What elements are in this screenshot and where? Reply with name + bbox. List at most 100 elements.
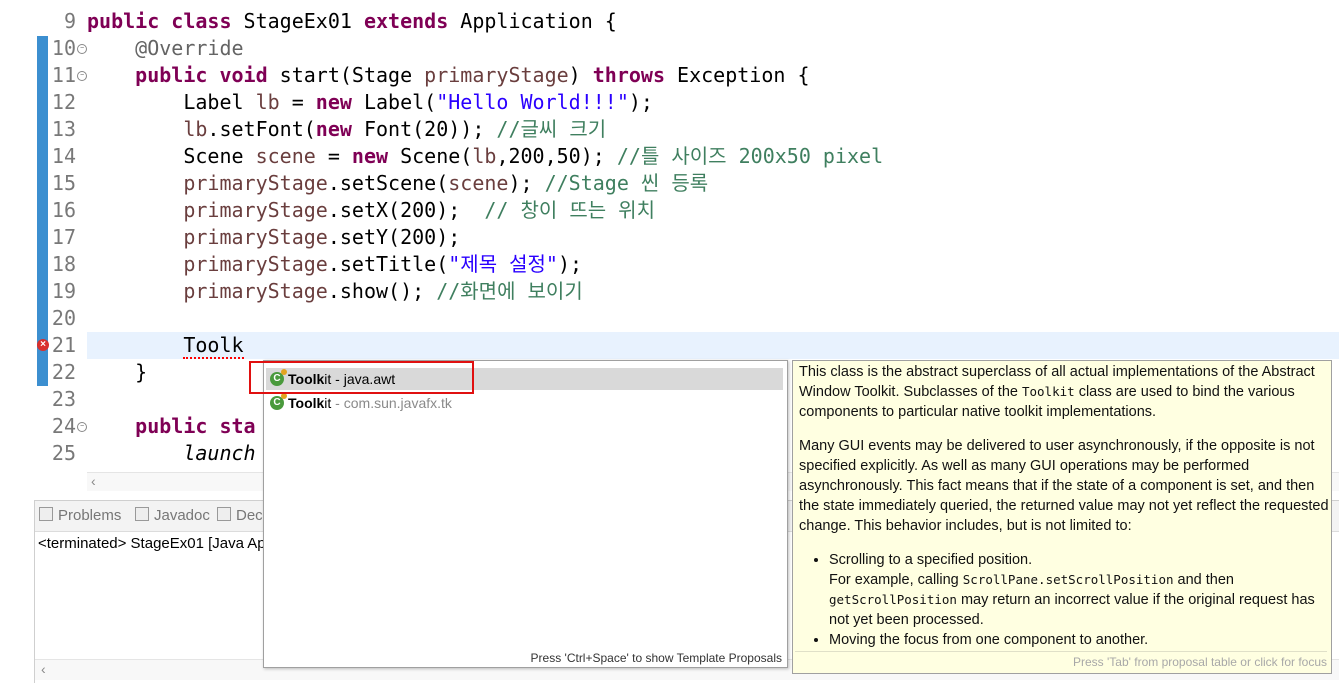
doc-focus-hint: Press 'Tab' from proposal table or click… — [795, 651, 1327, 672]
code-token: Application { — [448, 9, 617, 33]
tab-javadoc[interactable]: Javadoc — [135, 507, 210, 524]
code-token: primaryStage — [183, 171, 328, 195]
proposals-hint: Press 'Ctrl+Space' to show Template Prop… — [530, 651, 782, 665]
code-token: new — [315, 90, 352, 114]
code-line[interactable]: public void start(Stage primaryStage) th… — [87, 62, 810, 89]
line-number: 12 — [51, 90, 76, 114]
console-status-text: <terminated> StageEx01 [Java Ap — [38, 535, 266, 552]
code-line[interactable]: lb.setFont(new Font(20)); //글씨 크기 — [87, 116, 606, 143]
code-token: start(Stage — [267, 63, 425, 87]
code-token: Toolk — [183, 333, 244, 359]
code-token: lb — [255, 90, 280, 114]
line-number: 18 — [51, 252, 76, 276]
line-number: 21 — [51, 333, 76, 357]
code-line[interactable]: Toolk — [87, 332, 244, 359]
code-token: extends — [363, 9, 449, 33]
code-token: .show(); — [327, 279, 437, 303]
code-token: = — [315, 144, 352, 168]
fold-toggle-icon[interactable]: − — [77, 71, 87, 81]
code-token: StageEx01 — [231, 9, 364, 33]
code-token: .setTitle( — [327, 252, 449, 276]
line-number: 25 — [51, 441, 76, 465]
code-token: ); — [508, 171, 545, 195]
scroll-left-arrow-icon[interactable]: ‹ — [91, 473, 96, 489]
code-line[interactable]: Label lb = new Label("Hello World!!!"); — [87, 89, 653, 116]
code-token: } — [87, 360, 148, 384]
line-number: 22 — [51, 360, 76, 384]
code-line[interactable]: launch — [87, 440, 256, 467]
code-line[interactable]: primaryStage.show(); //화면에 보이기 — [87, 278, 583, 305]
proposal-package: com.sun.javafx.tk — [343, 395, 452, 411]
code-token: launch — [183, 441, 256, 465]
line-number: 10 — [51, 36, 76, 60]
code-token: primaryStage — [424, 63, 569, 87]
javadoc-icon — [135, 507, 149, 521]
code-token: ) — [568, 63, 593, 87]
code-token: @Override — [135, 36, 244, 60]
code-token: Exception { — [665, 63, 810, 87]
code-token: // 창이 뜨는 위치 — [484, 198, 655, 222]
line-number: 23 — [51, 387, 76, 411]
code-line[interactable]: Scene scene = new Scene(lb,200,50); //틀 … — [87, 143, 883, 170]
line-number: 19 — [51, 279, 76, 303]
proposal-item[interactable]: C Toolkit - com.sun.javafx.tk — [266, 392, 783, 414]
code-token: .setFont( — [207, 117, 316, 141]
code-token: "Hello World!!!" — [436, 90, 629, 114]
code-token: new — [351, 144, 389, 168]
code-token: scene — [255, 144, 316, 168]
fold-toggle-icon[interactable]: − — [77, 422, 87, 432]
code-token: public void — [135, 63, 268, 87]
declaration-icon — [217, 507, 231, 521]
code-token: = — [279, 90, 316, 114]
code-token: primaryStage — [183, 252, 328, 276]
code-token: Label( — [351, 90, 437, 114]
javadoc-hover-popup[interactable]: This class is the abstract superclass of… — [792, 360, 1332, 674]
fold-toggle-icon[interactable]: − — [77, 44, 87, 54]
line-number: 13 — [51, 117, 76, 141]
line-number: 17 — [51, 225, 76, 249]
code-token: //화면에 보이기 — [436, 279, 583, 303]
code-token: lb — [183, 117, 208, 141]
line-number: 15 — [51, 171, 76, 195]
code-token: Label — [87, 90, 256, 114]
error-marker-icon[interactable]: × — [37, 339, 49, 351]
code-token: //틀 사이즈 200x50 pixel — [616, 144, 884, 168]
code-token: .setX(200); — [327, 198, 485, 222]
line-number: 9 — [63, 9, 76, 33]
code-line[interactable]: primaryStage.setY(200); — [87, 224, 460, 251]
code-line[interactable]: primaryStage.setScene(scene); //Stage 씬 … — [87, 170, 708, 197]
content-assist-popup[interactable]: C Toolkit - java.awt C Toolkit - com.sun… — [263, 360, 788, 668]
code-token: public class — [87, 9, 232, 33]
code-token: "제목 설정" — [448, 252, 558, 276]
code-token: //글씨 크기 — [496, 117, 607, 141]
code-line[interactable]: primaryStage.setX(200); // 창이 뜨는 위치 — [87, 197, 655, 224]
code-token: .setY(200); — [327, 225, 461, 249]
line-number: 24 — [51, 414, 76, 438]
code-line[interactable]: public class StageEx01 extends Applicati… — [87, 8, 617, 35]
code-token: .setScene( — [327, 171, 449, 195]
code-line[interactable]: primaryStage.setTitle("제목 설정"); — [87, 251, 582, 278]
code-token: primaryStage — [183, 198, 328, 222]
tab-declaration[interactable]: Decl — [217, 507, 266, 524]
code-token: Scene( — [388, 144, 473, 168]
code-line[interactable]: @Override — [87, 35, 244, 62]
line-number: 14 — [51, 144, 76, 168]
scroll-left-arrow-icon[interactable]: ‹ — [41, 661, 46, 677]
code-token: //Stage 씬 등록 — [544, 171, 709, 195]
code-token: lb — [472, 144, 497, 168]
code-token: new — [315, 117, 352, 141]
selection-highlight-box — [249, 361, 474, 394]
code-token: Font(20)); — [351, 117, 497, 141]
overview-ruler — [0, 0, 36, 470]
code-line[interactable]: } — [87, 359, 147, 386]
tab-problems[interactable]: Problems — [39, 507, 121, 524]
doc-list-item: Scrolling to a specified position.For ex… — [829, 550, 1329, 630]
problems-icon — [39, 507, 53, 521]
code-line[interactable]: public sta — [87, 413, 255, 440]
